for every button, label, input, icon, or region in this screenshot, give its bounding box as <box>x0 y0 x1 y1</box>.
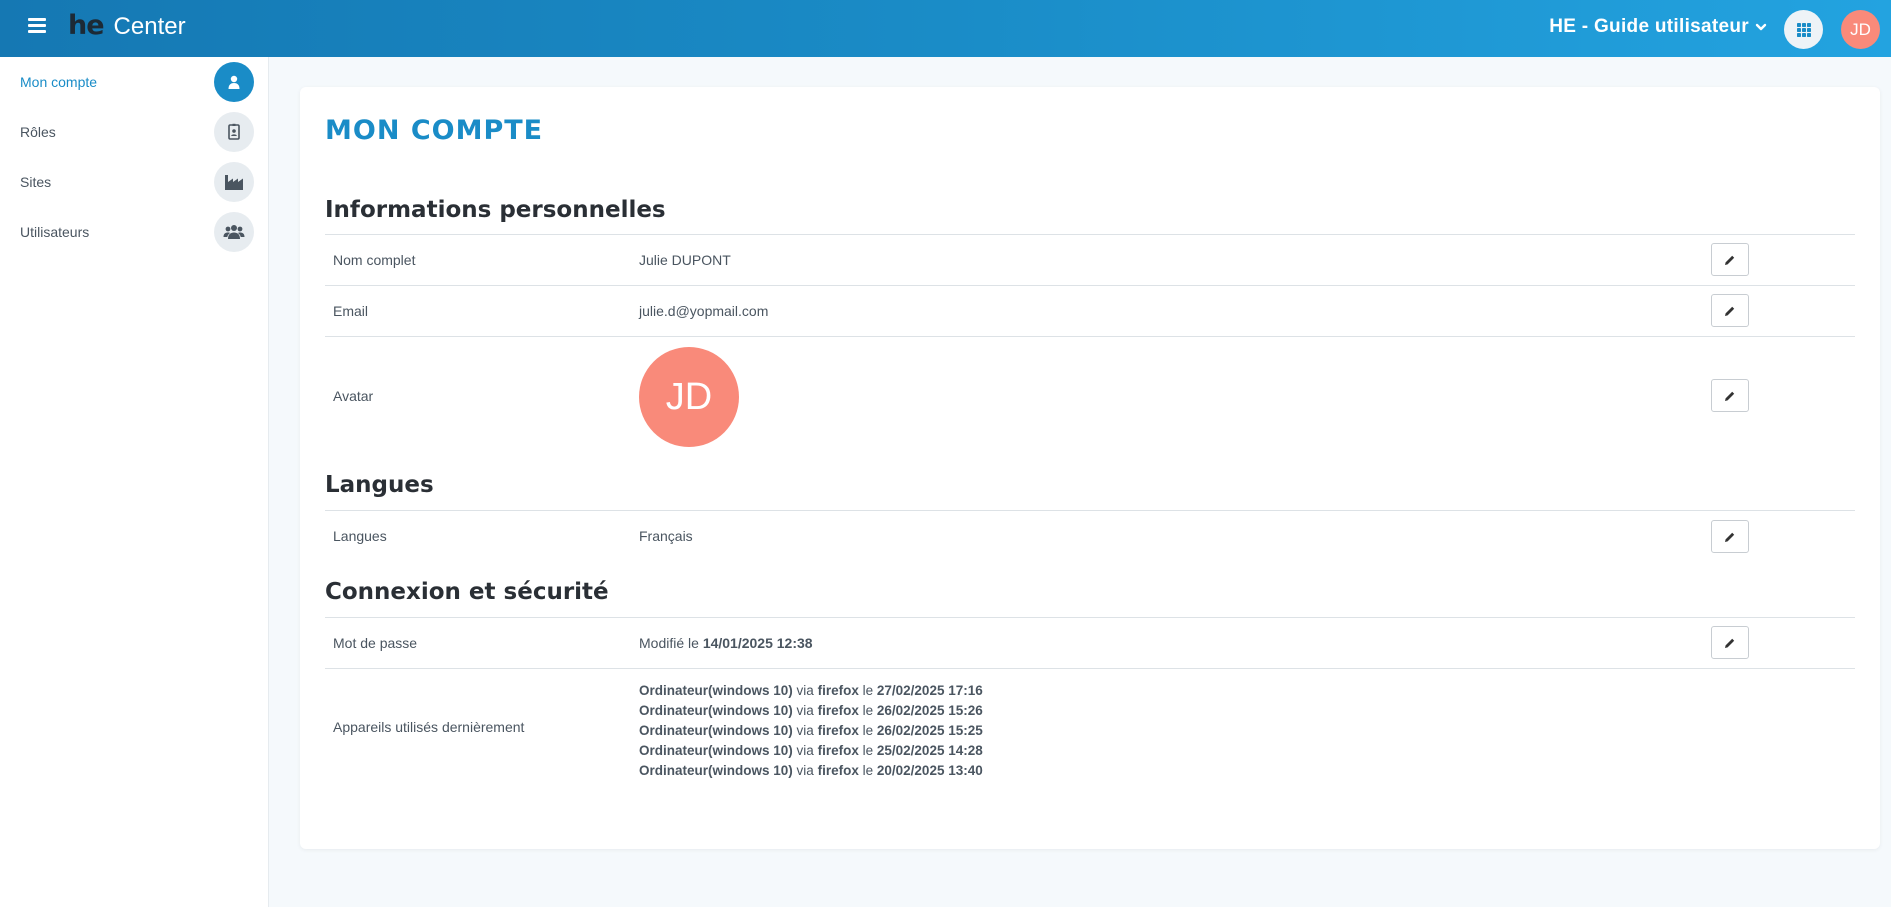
list-item: Ordinateur(windows 10) via firefox le 26… <box>639 723 983 738</box>
user-icon <box>214 62 254 102</box>
row-avatar: Avatar JD <box>325 336 1855 454</box>
devices-label: Appareils utilisés dernièrement <box>333 719 525 735</box>
avatar-preview: JD <box>639 347 739 447</box>
section-title-personal: Informations personnelles <box>325 197 666 223</box>
row-full-name: Nom complet Julie DUPONT <box>325 234 1855 285</box>
sidebar-item-label: Utilisateurs <box>20 224 90 240</box>
pencil-icon <box>1725 391 1735 401</box>
row-password: Mot de passe Modifié le 14/01/2025 12:38 <box>325 617 1855 668</box>
row-email: Email julie.d@yopmail.com <box>325 285 1855 336</box>
edit-email-button[interactable] <box>1711 294 1749 327</box>
logo-center: Center <box>113 13 186 40</box>
logo-he: he <box>68 10 105 41</box>
sidebar-item-sites[interactable]: Sites <box>0 157 269 207</box>
edit-languages-button[interactable] <box>1711 520 1749 553</box>
row-devices: Appareils utilisés dernièrement Ordinate… <box>325 668 1855 788</box>
password-value: Modifié le 14/01/2025 12:38 <box>639 635 813 651</box>
section-title-security: Connexion et sécurité <box>325 579 609 605</box>
languages-value: Français <box>639 528 693 544</box>
list-item: Ordinateur(windows 10) via firefox le 25… <box>639 743 983 758</box>
pencil-icon <box>1725 306 1735 316</box>
badge-icon <box>214 112 254 152</box>
email-label: Email <box>333 303 369 319</box>
pencil-icon <box>1725 638 1735 648</box>
list-item: Ordinateur(windows 10) via firefox le 27… <box>639 683 983 698</box>
sidebar-item-roles[interactable]: Rôles <box>0 107 269 157</box>
password-prefix: Modifié le <box>639 635 699 651</box>
grid-icon <box>1796 22 1811 37</box>
section-title-languages: Langues <box>325 472 434 498</box>
email-value: julie.d@yopmail.com <box>639 303 769 319</box>
menu-icon[interactable] <box>28 18 46 34</box>
user-avatar[interactable]: JD <box>1841 10 1880 49</box>
organization-selector[interactable]: HE - Guide utilisateur <box>1549 16 1767 38</box>
pencil-icon <box>1725 532 1735 542</box>
sidebar-item-label: Sites <box>20 174 52 190</box>
factory-icon <box>214 162 254 202</box>
list-item: Ordinateur(windows 10) via firefox le 20… <box>639 763 983 778</box>
devices-list: Ordinateur(windows 10) via firefox le 27… <box>639 681 983 781</box>
edit-avatar-button[interactable] <box>1711 379 1749 412</box>
sidebar-item-label: Rôles <box>20 124 56 140</box>
sidebar-item-mon-compte[interactable]: Mon compte <box>0 57 269 107</box>
full-name-value: Julie DUPONT <box>639 252 731 268</box>
password-date: 14/01/2025 12:38 <box>702 635 813 651</box>
apps-button[interactable] <box>1784 10 1823 49</box>
sidebar-item-utilisateurs[interactable]: Utilisateurs <box>0 207 269 257</box>
app-logo[interactable]: he Center <box>68 10 186 48</box>
row-languages: Langues Français <box>325 510 1855 562</box>
list-item: Ordinateur(windows 10) via firefox le 26… <box>639 703 983 718</box>
full-name-label: Nom complet <box>333 252 416 268</box>
edit-name-button[interactable] <box>1711 243 1749 276</box>
sidebar: Mon compte Rôles Sites Utilisateurs <box>0 57 269 907</box>
top-bar: he Center HE - Guide utilisateur JD <box>0 0 1891 57</box>
users-icon <box>214 212 254 252</box>
avatar-label: Avatar <box>333 388 374 404</box>
languages-label: Langues <box>333 528 387 544</box>
chevron-down-icon <box>1755 23 1767 31</box>
pencil-icon <box>1725 255 1735 265</box>
edit-password-button[interactable] <box>1711 626 1749 659</box>
page-title: MON COMPTE <box>325 115 544 146</box>
organization-name: HE - Guide utilisateur <box>1549 16 1749 37</box>
sidebar-item-label: Mon compte <box>20 74 98 90</box>
password-label: Mot de passe <box>333 635 418 651</box>
